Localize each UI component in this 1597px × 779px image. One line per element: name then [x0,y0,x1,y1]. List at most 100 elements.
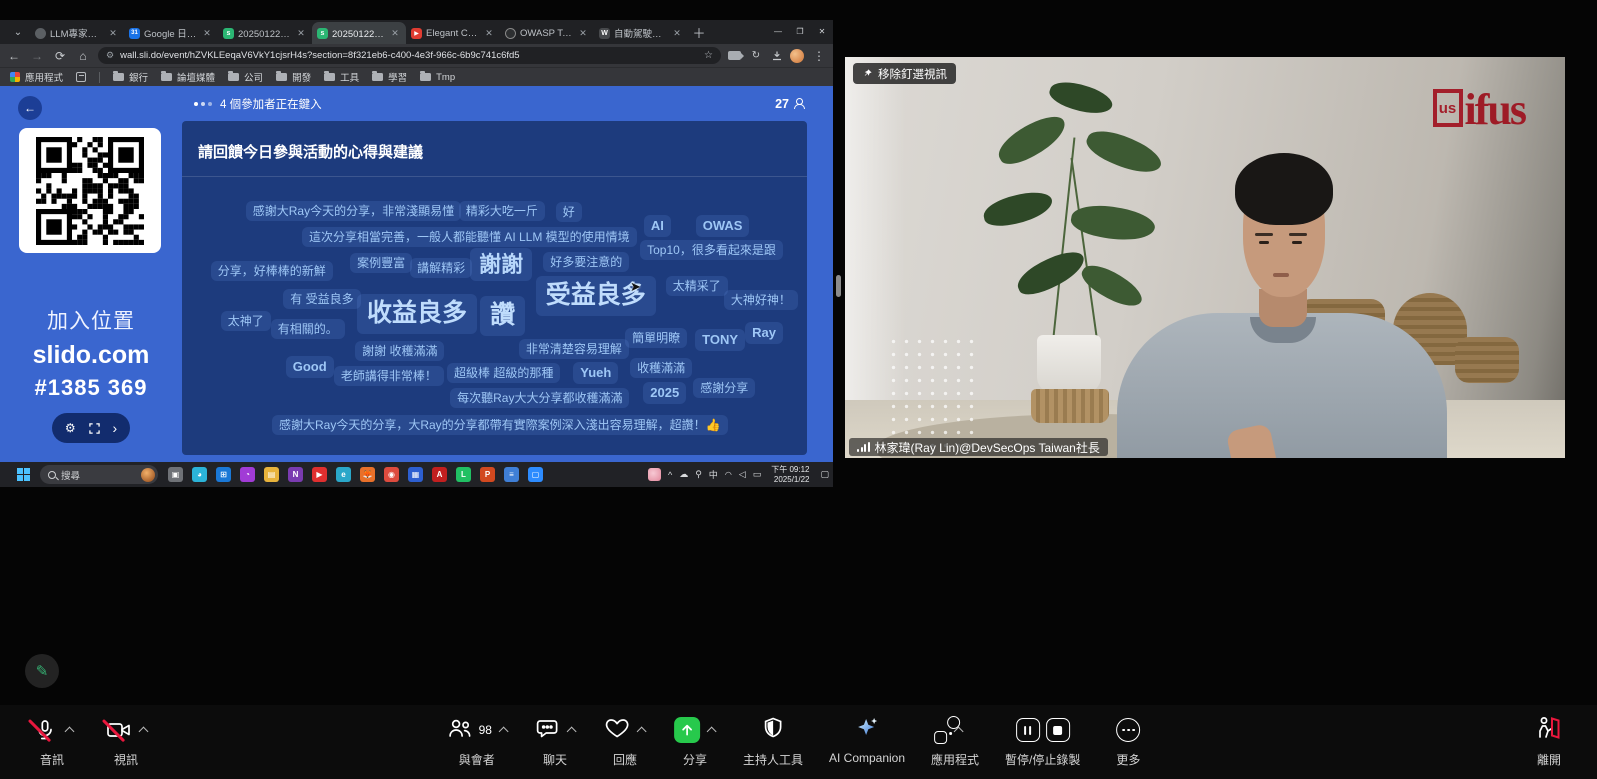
back-arrow-button[interactable]: ← [18,96,42,120]
youtube-music-taskbar-icon[interactable]: ▶ [312,467,327,482]
share-button[interactable]: 分享 [673,713,717,768]
chat-button[interactable]: 聊天 [533,713,577,768]
blue-app-taskbar-icon[interactable]: ▦ [408,467,423,482]
video-button[interactable]: 視訊 [104,713,148,768]
maximize-button[interactable]: ❐ [789,20,811,42]
annotation-pencil-button[interactable]: ✎ [25,654,59,688]
settings-gear-icon[interactable]: ⚙ [65,421,76,435]
edge-taskbar-icon[interactable]: e [336,467,351,482]
powerpoint-taskbar-icon[interactable]: P [480,467,495,482]
zoom-taskbar-icon[interactable]: ▢ [528,467,543,482]
task-view-taskbar-icon[interactable]: ▣ [168,467,183,482]
hidden-icons-chevron[interactable]: ^ [668,470,672,480]
menu-dots-icon[interactable]: ⋮ [811,49,827,63]
onedrive-cloud-icon[interactable]: ☁ [679,469,688,480]
tab-groups-icon[interactable] [76,72,86,82]
participants-button[interactable]: 98 與會者 [447,713,507,768]
participant-count-badge: 98 [479,723,492,737]
reactions-button[interactable]: 回應 [603,713,647,768]
chevron-up-icon[interactable] [64,727,74,737]
browser-tab[interactable]: W自動駕駛汽車 - 維基 ✕ [594,22,688,44]
bookmark-folder[interactable]: 開發 [276,70,311,84]
more-button[interactable]: 更多 [1106,713,1150,768]
copilot-taskbar-icon[interactable]: ◕ [192,467,207,482]
reload-icon[interactable]: ⟳ [52,49,68,63]
forward-icon[interactable]: → [29,49,45,63]
tab-close-icon[interactable]: ✕ [295,28,307,39]
bookmark-folder[interactable]: 論壇媒體 [161,70,215,84]
notification-center-icon[interactable]: ▢ [820,469,829,480]
site-settings-icon[interactable]: ⚙ [106,50,114,61]
tab-close-icon[interactable]: ✕ [483,28,495,39]
browser-tab[interactable]: 31Google 日曆 - 2025 ✕ [124,22,218,44]
bookmark-apps[interactable]: 應用程式 [10,70,63,84]
browser-tab[interactable]: ▶Elegant Cafe Music ✕ [406,22,500,44]
chrome-taskbar-icon[interactable]: ◉ [384,467,399,482]
clipchamp-taskbar-icon[interactable]: ◔ [240,467,255,482]
apps-button[interactable]: 應用程式 [931,713,979,768]
back-icon[interactable]: ← [6,49,22,63]
tab-close-icon[interactable]: ✕ [389,28,401,39]
chevron-up-icon[interactable] [499,727,509,737]
panel-resize-handle[interactable] [836,275,841,297]
tab-close-icon[interactable]: ✕ [201,28,213,39]
audio-button[interactable]: 音訊 [30,713,74,768]
tab-close-icon[interactable]: ✕ [577,28,589,39]
tab-close-icon[interactable]: ✕ [671,28,683,39]
browser-tab[interactable]: s20250122_從AI案例 ✕ [218,22,312,44]
profile-avatar[interactable] [790,49,804,63]
bookmark-folder[interactable]: 工具 [324,70,359,84]
acrobat-taskbar-icon[interactable]: A [432,467,447,482]
new-tab-button[interactable]: ＋ [688,21,710,43]
wifi-icon[interactable]: ◠ [725,470,732,479]
location-icon[interactable]: ⚲ [695,469,702,480]
wordcloud-chip: 老師講得非常棒！ [334,366,444,386]
firefox-taskbar-icon[interactable]: 🦊 [360,467,375,482]
taskbar-search[interactable]: 搜尋 [40,465,158,484]
chevron-up-icon[interactable] [637,727,647,737]
tray-photo-icon[interactable] [648,468,661,481]
tab-close-icon[interactable]: ✕ [107,28,119,39]
tab-search-icon[interactable]: ⌄ [8,22,28,42]
wordcloud-chip: 講解精彩 [410,258,472,278]
chevron-up-icon[interactable] [567,727,577,737]
battery-icon[interactable]: ▭ [753,469,762,480]
volume-icon[interactable]: ◁ [739,469,746,480]
leave-button[interactable]: 離開 [1527,713,1571,768]
camera-permission-icon[interactable] [728,51,741,60]
host-tools-button[interactable]: 主持人工具 [743,713,803,768]
browser-tab[interactable]: s20250122_從AI案例 ✕ [312,22,406,44]
next-arrow-icon[interactable]: › [112,420,117,436]
microsoft-store-taskbar-icon[interactable]: ⊞ [216,467,231,482]
minimize-button[interactable]: — [767,20,789,42]
bookmark-folder[interactable]: 學習 [372,70,407,84]
bookmark-folder[interactable]: Tmp [420,70,455,84]
chevron-up-icon[interactable] [954,727,964,737]
fullscreen-icon[interactable] [89,423,100,434]
notepad-taskbar-icon[interactable]: ≡ [504,467,519,482]
ai-companion-button[interactable]: AI Companion [829,713,905,768]
address-bar[interactable]: ⚙ wall.sli.do/event/hZVKLEeqaV6VkY1cjsrH… [98,47,721,64]
remove-pin-button[interactable]: 移除釘選視訊 [853,63,956,84]
start-button[interactable] [12,464,34,486]
tab-title: 自動駕駛汽車 - 維基 [614,26,667,40]
bookmark-folder[interactable]: 公司 [228,70,263,84]
toolbar-label: 更多 [1116,751,1140,768]
onenote-taskbar-icon[interactable]: N [288,467,303,482]
browser-tab[interactable]: OWASP Top 10 for L ✕ [500,22,594,44]
home-icon[interactable]: ⌂ [75,49,91,63]
record-button[interactable]: 暫停/停止錄製 [1005,713,1080,768]
file-explorer-taskbar-icon[interactable]: ▤ [264,467,279,482]
chevron-up-icon[interactable] [707,727,717,737]
close-window-button[interactable]: ✕ [811,20,833,42]
sync-icon[interactable]: ↻ [748,50,764,61]
taskbar-clock[interactable]: 下午 09:12 2025/1/22 [771,465,809,485]
bookmark-star-icon[interactable]: ☆ [704,50,713,61]
chevron-up-icon[interactable] [138,727,148,737]
bookmark-folder[interactable]: 銀行 [113,70,148,84]
line-taskbar-icon[interactable]: L [456,467,471,482]
logo-emblem: us [1433,89,1463,127]
downloads-icon[interactable] [771,50,783,62]
browser-tab[interactable]: LLM專家回答問題 ✕ [30,22,124,44]
ime-indicator[interactable]: 中 [709,468,718,481]
